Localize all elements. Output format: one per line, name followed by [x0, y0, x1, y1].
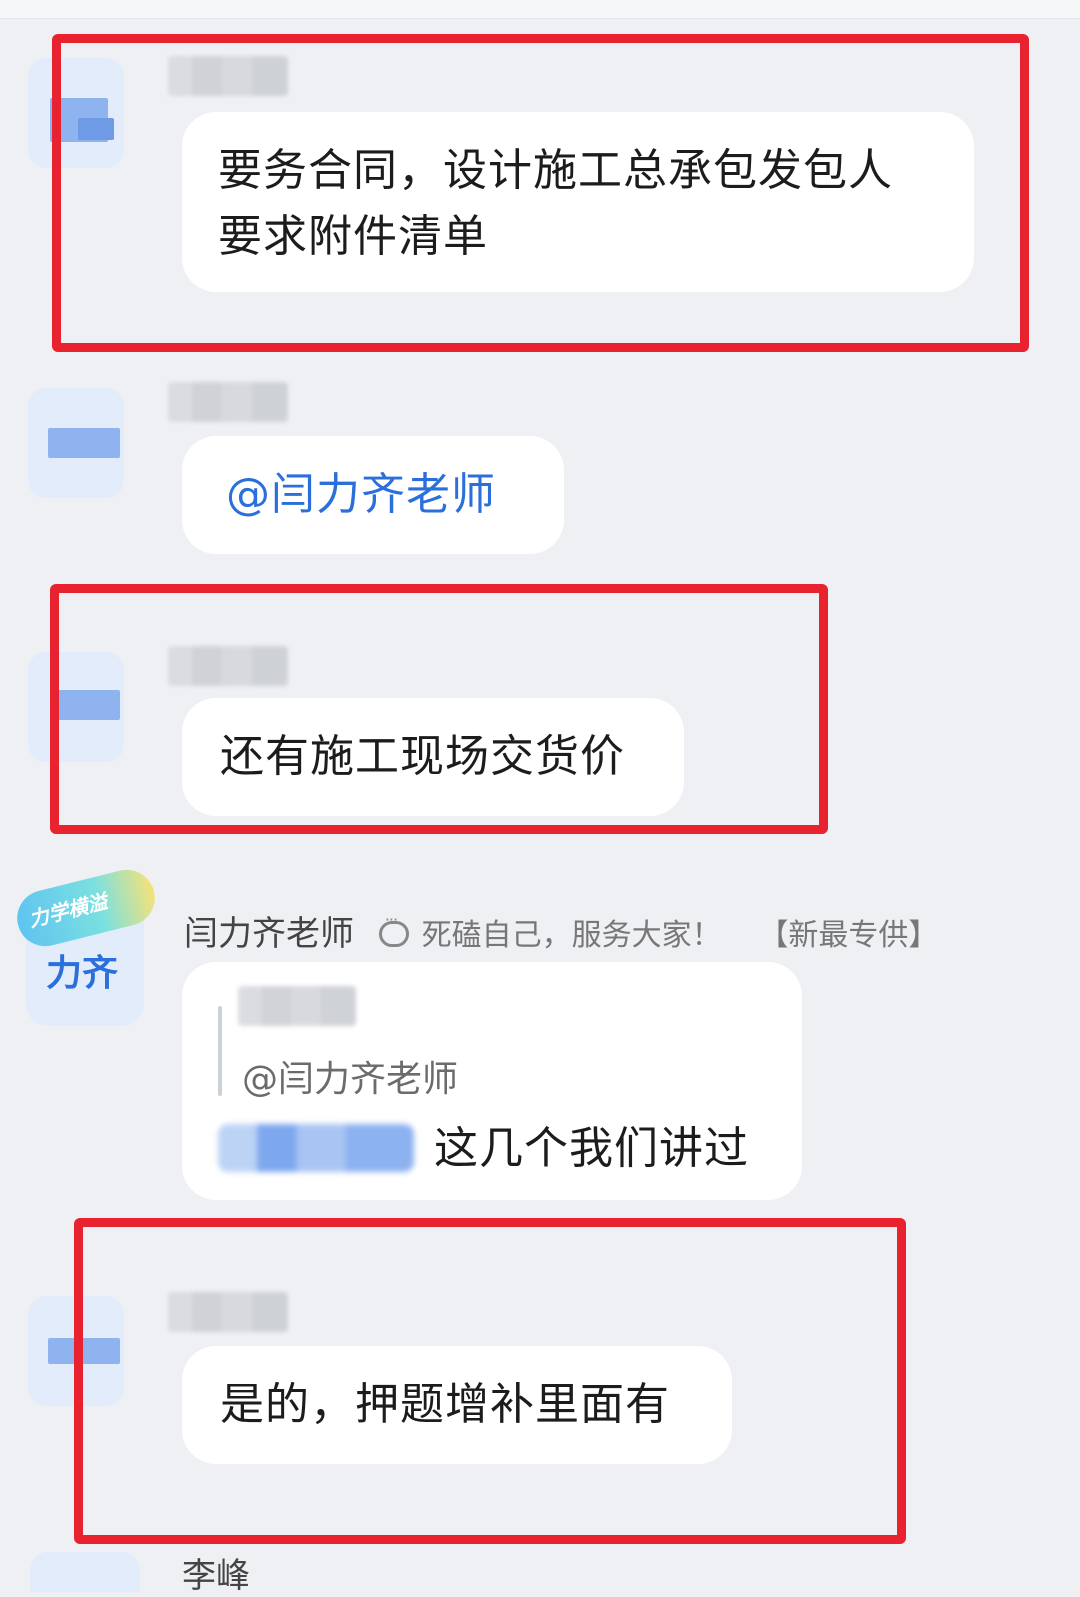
highlight-box	[50, 584, 828, 834]
message-bubble[interactable]: @闫力齐老师	[182, 436, 564, 554]
top-divider	[0, 0, 1080, 19]
reply-text: 这几个我们讲过	[434, 1123, 749, 1174]
quoted-name-redacted	[238, 986, 356, 1026]
sender-name[interactable]: 李峰	[182, 1548, 250, 1597]
avatar[interactable]	[30, 1552, 140, 1592]
sender-line: 闫力齐老师 死磕自己，服务大家！ 【新最专供】	[184, 906, 938, 955]
avatar[interactable]	[28, 388, 124, 498]
sender-name[interactable]: 闫力齐老师	[184, 914, 354, 954]
highlight-box	[74, 1218, 906, 1544]
sender-tag: 【新最专供】	[758, 918, 939, 953]
teacher-avatar[interactable]: 力学横溢 力齐	[11, 863, 161, 1026]
quote-bar	[218, 1006, 222, 1096]
avatar-name: 力齐	[46, 953, 119, 994]
sender-signature: 死磕自己，服务大家！	[421, 918, 722, 953]
avatar-badge-text: 力学横溢	[26, 889, 110, 932]
chat-bubble-icon	[378, 910, 409, 947]
quoted-mention: @闫力齐老师	[242, 1059, 459, 1100]
highlight-box	[52, 34, 1029, 352]
redacted-mention	[218, 1124, 414, 1172]
mention-link[interactable]: @闫力齐老师	[226, 462, 520, 528]
sender-name-redacted	[168, 382, 288, 422]
